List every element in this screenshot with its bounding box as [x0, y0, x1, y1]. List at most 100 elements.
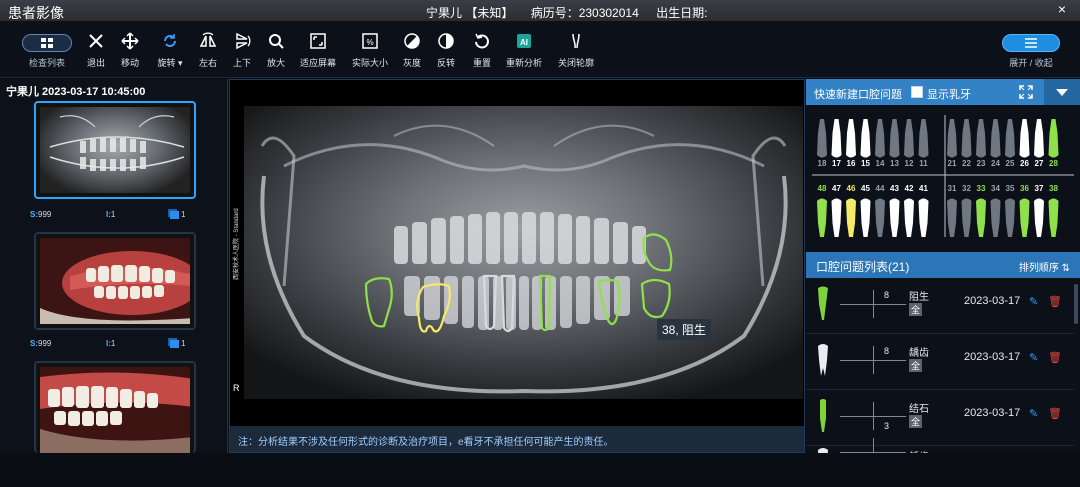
upper-tooth-28[interactable]	[1048, 119, 1059, 158]
finding-date: 2023-03-17	[964, 407, 1021, 419]
upper-tooth-23[interactable]	[976, 119, 986, 158]
tooth-position-cross	[840, 402, 906, 430]
right-side-marker: R	[233, 383, 240, 393]
upper-tooth-11[interactable]	[918, 119, 929, 158]
upper-tooth-21[interactable]	[947, 119, 957, 158]
upper-tooth-27[interactable]	[1034, 119, 1044, 158]
disclaimer-notice: 注：分析结果不涉及任何形式的诊断及治疗项目，e看牙不承担任何可能产生的责任。	[230, 426, 804, 452]
upper-tooth-13[interactable]	[889, 119, 900, 158]
delete-icon[interactable]: 🗑	[1048, 295, 1062, 308]
findings-panel: 快速新建口腔问题 显示乳牙 18 17 16 15 14 13 12 11 21 22 23 24 25…	[806, 79, 1080, 453]
move-tool[interactable]: 移动	[108, 32, 152, 69]
findings-list-title: 口腔问题列表(21)	[816, 260, 910, 274]
zoom-tool[interactable]: 放大	[254, 32, 298, 69]
tool-label: 重新分析	[505, 58, 542, 68]
reset-tool[interactable]: 重置	[460, 32, 504, 69]
lower-tooth-46[interactable]	[846, 198, 856, 238]
reanalyze-tool[interactable]: AI 重新分析	[502, 32, 546, 69]
sort-order-button[interactable]: 排列顺序 ⇅	[1019, 259, 1070, 274]
exam-sidebar: 宁果儿 2023-03-17 10:45:00 S:999 I:1 1 S:99…	[0, 79, 228, 453]
close-outline-tool[interactable]: 关闭轮廓	[554, 32, 598, 69]
thumbnail-intraoral-1[interactable]	[34, 232, 196, 330]
finding-row[interactable]: 8 阻生 全 2023-03-17 ✎ 🗑	[806, 278, 1074, 334]
tool-label: 适应屏幕	[299, 58, 336, 68]
lower-tooth-32[interactable]	[961, 198, 972, 238]
finding-row[interactable]: 龋齿 2023-03-17	[806, 438, 1074, 453]
tooth-number-12: 12	[905, 159, 914, 168]
stack-icon	[170, 339, 179, 348]
lower-tooth-48[interactable]	[817, 198, 827, 238]
quick-create-title: 快速新建口腔问题	[814, 89, 902, 101]
upper-tooth-18[interactable]	[817, 119, 827, 158]
app-title: 患者影像	[8, 5, 64, 21]
upper-tooth-25[interactable]	[1005, 119, 1015, 158]
upper-tooth-17[interactable]	[831, 119, 842, 158]
actual-size-tool[interactable]: % 实际大小	[348, 32, 392, 69]
finding-row[interactable]: 8 龋齿 全 2023-03-17 ✎ 🗑	[806, 334, 1074, 390]
lower-tooth-36[interactable]	[1019, 198, 1030, 238]
upper-tooth-14[interactable]	[875, 119, 885, 158]
lower-tooth-45[interactable]	[860, 198, 871, 238]
lower-tooth-38[interactable]	[1048, 198, 1059, 238]
panoramic-xray[interactable]	[244, 106, 803, 399]
upper-tooth-26[interactable]	[1019, 119, 1030, 158]
tooth-number-11: 11	[919, 159, 928, 168]
series-label: S:	[30, 210, 38, 219]
finding-date: 2023-03-17	[964, 295, 1021, 307]
upper-tooth-15[interactable]	[860, 119, 871, 158]
edit-icon[interactable]: ✎	[1029, 295, 1038, 308]
thumbnail-meta: S:999 I:1 1	[30, 210, 200, 222]
expand-collapse-button[interactable]: 展开 / 收起	[1002, 34, 1060, 69]
findings-list-header: 口腔问题列表(21) 排列顺序 ⇅	[806, 252, 1080, 278]
exam-list-button[interactable]: 检查列表	[22, 34, 72, 69]
quick-create-header: 快速新建口腔问题 显示乳牙	[806, 79, 1080, 105]
tooth-number-42: 42	[905, 184, 914, 193]
lower-tooth-33[interactable]	[976, 198, 986, 238]
reset-icon	[475, 33, 489, 49]
lower-tooth-41[interactable]	[918, 198, 929, 238]
fullscreen-icon[interactable]	[1019, 85, 1033, 99]
diagnosis: 阻生	[909, 292, 929, 303]
tooth-number-46: 46	[847, 184, 856, 193]
lower-tooth-44[interactable]	[875, 198, 885, 238]
upper-tooth-12[interactable]	[904, 119, 914, 158]
menu-icon	[1002, 34, 1060, 52]
lower-tooth-37[interactable]	[1034, 198, 1044, 238]
lower-tooth-47[interactable]	[831, 198, 842, 238]
upper-tooth-22[interactable]	[961, 119, 972, 158]
upper-tooth-24[interactable]	[990, 119, 1001, 158]
tooth-chart[interactable]: 18 17 16 15 14 13 12 11 21 22 23 24 25 26 27 28 48 47 46 45…	[806, 109, 1080, 239]
findings-list: 8 阻生 全 2023-03-17 ✎ 🗑 8 龋齿 全 2023-03-17 …	[806, 278, 1074, 453]
show-primary-teeth-label: 显示乳牙	[927, 89, 971, 101]
thumbnail-intraoral-2[interactable]	[34, 361, 196, 453]
thumbnail-panoramic[interactable]	[34, 101, 196, 199]
chevron-down-icon[interactable]	[1044, 79, 1080, 105]
series-label: S:	[30, 339, 38, 348]
lower-tooth-31[interactable]	[947, 198, 957, 238]
upper-tooth-16[interactable]	[846, 119, 856, 158]
tooth-number-33: 33	[977, 184, 986, 193]
lower-tooth-42[interactable]	[904, 198, 914, 238]
delete-icon[interactable]: 🗑	[1048, 407, 1062, 420]
scope-tag: 全	[909, 303, 923, 316]
findings-scrollbar[interactable]	[1074, 284, 1078, 324]
lower-tooth-43[interactable]	[889, 198, 900, 238]
lower-tooth-34[interactable]	[990, 198, 1001, 238]
tooth-chart-graphic[interactable]: 18 17 16 15 14 13 12 11 21 22 23 24 25 26 27 28 48 47 46 45…	[806, 109, 1080, 239]
finding-callout[interactable]: 38, 阻生	[657, 319, 712, 340]
edit-icon[interactable]: ✎	[1029, 407, 1038, 420]
show-primary-teeth-checkbox[interactable]	[911, 86, 923, 98]
image-viewer[interactable]: 西安秋术人医院 - Standard R 38, 阻生 注：分析结果不涉及任何形…	[229, 79, 805, 453]
tooth-number-13: 13	[890, 159, 899, 168]
tooth-number-43: 43	[890, 184, 899, 193]
close-window-button[interactable]: ×	[1058, 1, 1066, 17]
tooth-number-37: 37	[1035, 184, 1044, 193]
delete-icon[interactable]: 🗑	[1048, 351, 1062, 364]
diagnosis: 龋齿	[909, 348, 929, 359]
fit-screen-tool[interactable]: 适应屏幕	[296, 32, 340, 69]
birth-date: 出生日期:	[656, 6, 708, 20]
tooth-number-34: 34	[991, 184, 1000, 193]
lower-tooth-35[interactable]	[1005, 198, 1015, 238]
edit-icon[interactable]: ✎	[1029, 351, 1038, 364]
grayscale-icon	[404, 33, 420, 49]
